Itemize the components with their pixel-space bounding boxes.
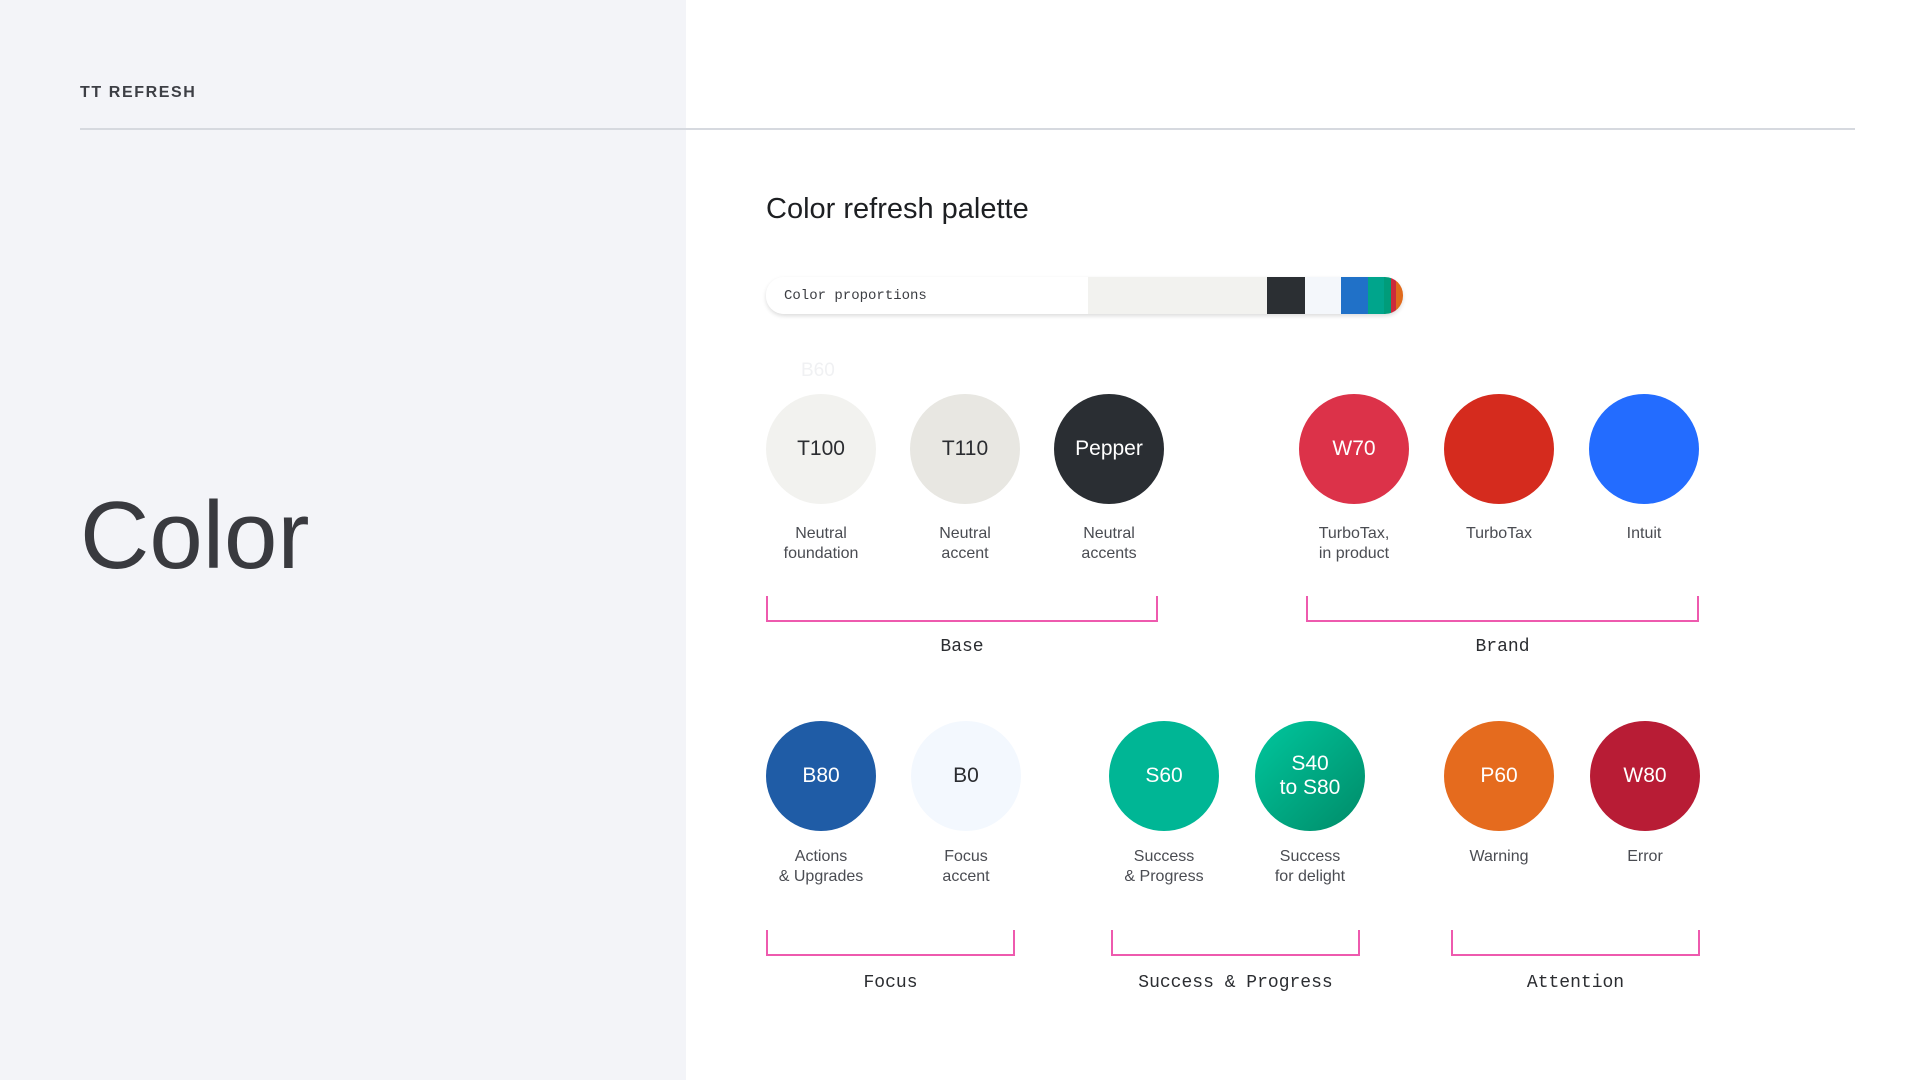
- group-label-attention: Attention: [1526, 973, 1625, 993]
- proportion-segment-3: [1305, 277, 1342, 314]
- swatch-p60: P60: [1444, 721, 1554, 831]
- swatch-s60: S60: [1109, 721, 1219, 831]
- ghost-label: B60: [801, 360, 835, 381]
- bracket-success-progress: [1111, 930, 1360, 956]
- swatch-s40-to-s80: S40 to S80: [1255, 721, 1365, 831]
- brand-label: TT REFRESH: [80, 84, 197, 101]
- swatch-t110: T110: [910, 394, 1020, 504]
- swatch-b80: B80: [766, 721, 876, 831]
- caption-intuit: Intuit: [1626, 525, 1662, 542]
- swatch-t100: T100: [766, 394, 876, 504]
- caption-neutral-accents: Neutral accents: [1081, 525, 1137, 562]
- caption-success-progress: Success & Progress: [1124, 848, 1204, 885]
- swatch-pepper: Pepper: [1054, 394, 1164, 504]
- proportion-segment-8: [1395, 277, 1403, 314]
- group-label-brand: Brand: [1475, 637, 1530, 657]
- bracket-focus: [766, 930, 1015, 956]
- group-label-base: Base: [940, 637, 984, 657]
- proportion-segment-1: [1088, 277, 1268, 314]
- caption-success-delight: Success for delight: [1274, 848, 1346, 885]
- caption-focus-accent: Focus accent: [942, 848, 990, 885]
- bracket-brand: [1306, 596, 1699, 622]
- swatch-w80: W80: [1590, 721, 1700, 831]
- proportion-segment-5: [1367, 277, 1384, 314]
- group-label-success-progress: Success & Progress: [1138, 973, 1333, 993]
- bracket-base: [766, 596, 1158, 622]
- swatch-turbotax: [1444, 394, 1554, 504]
- palette-heading: Color refresh palette: [766, 193, 1029, 225]
- page-title: Color: [80, 482, 310, 589]
- swatch-b0: B0: [911, 721, 1021, 831]
- swatch-intuit: [1589, 394, 1699, 504]
- caption-warning: Warning: [1469, 848, 1529, 865]
- swatch-w70: W70: [1299, 394, 1409, 504]
- proportion-segment-4: [1341, 277, 1368, 314]
- bracket-attention: [1451, 930, 1700, 956]
- proportion-segment-6: [1383, 277, 1391, 314]
- color-proportions-bar: Color proportions: [766, 277, 1403, 314]
- group-label-focus: Focus: [863, 973, 918, 993]
- proportion-segment-2: [1267, 277, 1306, 314]
- caption-error: Error: [1627, 848, 1663, 865]
- color-proportions-label: Color proportions: [766, 277, 1088, 314]
- header-divider: [80, 128, 1855, 130]
